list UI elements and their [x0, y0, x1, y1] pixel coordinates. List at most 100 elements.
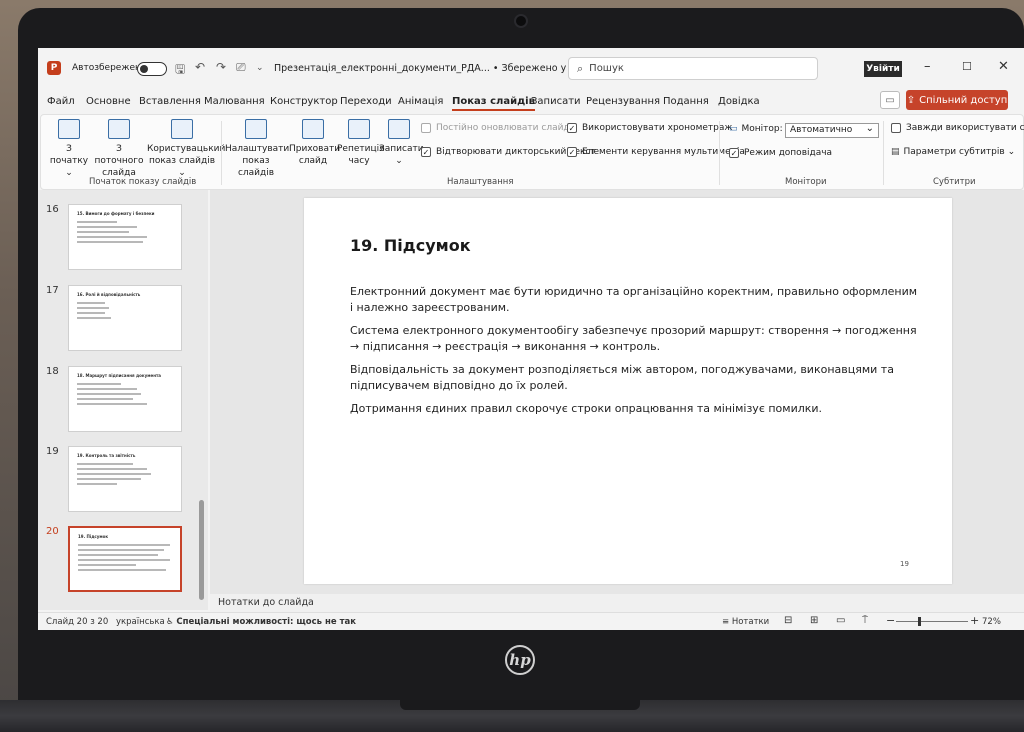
customize-qat-icon[interactable]: ⌄	[256, 63, 264, 73]
maximize-button[interactable]: ☐	[962, 60, 972, 73]
tab-view[interactable]: Подання	[663, 96, 709, 107]
rehearse-label-2: часу	[348, 156, 370, 166]
slide-number: 17	[46, 285, 59, 296]
share-button[interactable]: ⇪ Спільний доступ	[906, 90, 1008, 110]
current-slide[interactable]: 19. Підсумок Електронний документ має бу…	[304, 198, 952, 584]
normal-view-icon[interactable]: ⊟	[784, 615, 792, 626]
zoom-out-icon[interactable]: −	[886, 614, 895, 627]
notes-toggle[interactable]: ≡ Нотатки	[722, 617, 769, 627]
from-beginning-label: З початку	[49, 144, 89, 166]
autosave-toggle[interactable]	[137, 62, 167, 76]
slide-title[interactable]: 19. Підсумок	[350, 236, 471, 255]
slide-paragraph: Відповідальність за документ розподіляєт…	[350, 363, 894, 392]
slide-sorter-icon[interactable]: ⊞	[810, 615, 818, 626]
thumbnails-scrollbar[interactable]	[199, 500, 204, 600]
custom-show-label-2: показ слайдів	[148, 156, 216, 166]
slide-thumbnail-17[interactable]: 16. Ролі й відповідальність	[68, 285, 182, 351]
record-button[interactable]: Записати ⌄	[379, 119, 424, 167]
tab-transitions[interactable]: Переходи	[340, 96, 392, 107]
zoom-in-icon[interactable]: +	[970, 614, 979, 627]
ribbon-panel: З початку ⌄ З поточного слайда Користува…	[40, 114, 1024, 190]
undo-icon[interactable]: ↶	[195, 60, 205, 74]
slide-editor: 19. Підсумок Електронний документ має бу…	[210, 190, 1024, 610]
group-label-captions: Субтитри	[933, 177, 976, 187]
slide-page-number: 19	[900, 560, 909, 568]
slideshow-view-icon[interactable]: ⍑	[862, 615, 868, 626]
tab-help[interactable]: Довідка	[718, 96, 760, 107]
notes-icon: ≡	[722, 617, 730, 627]
keep-updated-label: Постійно оновлювати слайди	[436, 123, 576, 133]
use-timings-checkbox[interactable]: ✓ Використовувати хронометраж	[567, 123, 732, 133]
from-beginning-button[interactable]: З початку ⌄	[47, 119, 91, 179]
language-indicator[interactable]: українська	[116, 617, 165, 627]
share-label: Спільний доступ	[919, 94, 1008, 106]
comment-icon: ▭	[885, 94, 895, 106]
accessibility-status[interactable]: ♿ Спеціальні можливості: щось не так	[166, 617, 356, 627]
reading-view-icon[interactable]: ▭	[836, 615, 845, 626]
tab-slideshow[interactable]: Показ слайдів	[452, 96, 535, 111]
accessibility-icon: ♿	[166, 617, 174, 627]
slide-thumbnail-19[interactable]: 19. Контроль та звітність	[68, 446, 182, 512]
title-bar: P Автозбереження 🖫 ↶ ↷ ⎚ ⌄ Презентація_е…	[38, 48, 1024, 88]
tab-design[interactable]: Конструктор	[270, 96, 338, 107]
hide-label-1: Приховати	[289, 144, 341, 154]
slide-number: 19	[46, 446, 59, 457]
ribbon-tabs: Файл Основне Вставлення Малювання Констр…	[38, 92, 1024, 114]
hide-label-2: слайд	[298, 156, 328, 166]
minimize-button[interactable]: –	[924, 59, 931, 74]
keep-slides-updated-checkbox[interactable]: Постійно оновлювати слайди	[421, 123, 576, 133]
save-icon[interactable]: 🖫	[175, 60, 185, 81]
status-bar: Слайд 20 з 20 українська ♿ Спеціальні мо…	[38, 612, 1024, 630]
slide-thumbnails-panel: 16 15. Вимоги до формату і безпеки 17 16…	[38, 190, 208, 610]
slide-thumbnail-18[interactable]: 18. Маршрут підписання документа	[68, 366, 182, 432]
document-title[interactable]: Презентація_електронні_документи_РДА... …	[274, 63, 616, 74]
tab-record[interactable]: Записати	[531, 96, 581, 107]
thumbnail-title: 15. Вимоги до формату і безпеки	[77, 211, 155, 216]
slide-thumbnail-16[interactable]: 15. Вимоги до формату і безпеки	[68, 204, 182, 270]
search-icon: ⌕	[577, 61, 584, 75]
tab-animations[interactable]: Анімація	[398, 96, 443, 107]
sign-in-button[interactable]: Увійти	[864, 61, 902, 77]
subtitles-icon: ▤	[891, 147, 900, 157]
hide-slide-button[interactable]: Приховати слайд	[289, 119, 341, 167]
always-use-subtitles-checkbox[interactable]: Завжди використувати су	[891, 123, 1024, 133]
monitor-icon: ▭	[729, 124, 738, 134]
group-label-monitors: Монітори	[785, 177, 827, 187]
zoom-slider-thumb[interactable]	[918, 617, 921, 626]
redo-icon[interactable]: ↷	[216, 60, 226, 74]
from-current-button[interactable]: З поточного слайда	[91, 119, 147, 179]
media-controls-label: Елементи керування мультимедіа	[582, 147, 745, 157]
record-label: Записати	[379, 144, 424, 154]
search-input[interactable]: ⌕ Пошук	[568, 57, 818, 80]
custom-show-button[interactable]: Користувацький показ слайдів ⌄	[147, 119, 225, 179]
slide-number-active: 20	[46, 526, 59, 537]
comments-button[interactable]: ▭	[880, 91, 900, 109]
presenter-view-checkbox[interactable]: ✓ Режим доповідача	[729, 148, 832, 158]
hide-slide-icon	[302, 119, 324, 139]
slide-body[interactable]: Електронний документ має бути юридично т…	[350, 284, 922, 424]
zoom-percent[interactable]: 72%	[982, 617, 1001, 627]
notes-pane[interactable]: Нотатки до слайда	[210, 594, 1024, 612]
subtitle-settings-button[interactable]: ▤ Параметри субтитрів ⌄	[891, 147, 1015, 157]
hp-logo: hp	[505, 645, 535, 675]
setup-slideshow-button[interactable]: Налаштувати показ слайдів	[225, 119, 289, 179]
monitor-select[interactable]: Автоматично	[785, 122, 879, 138]
slide-number: 16	[46, 204, 59, 215]
tab-file[interactable]: Файл	[47, 96, 75, 107]
ribbon-separator	[883, 121, 884, 185]
tab-insert[interactable]: Вставлення	[139, 96, 201, 107]
slide-paragraph: Дотримання єдиних правил скорочує строки…	[350, 402, 823, 415]
slide-thumbnail-20[interactable]: 19. Підсумок	[68, 526, 182, 592]
share-icon: ⇪	[906, 94, 916, 106]
close-button[interactable]: ✕	[998, 59, 1009, 74]
thumbnail-title: 19. Підсумок	[78, 534, 109, 539]
tab-draw[interactable]: Малювання	[204, 96, 265, 107]
slide-number: 18	[46, 366, 59, 377]
start-slideshow-icon[interactable]: ⎚	[236, 60, 246, 75]
rehearse-label-1: Репетиція	[337, 144, 385, 154]
rehearse-timings-button[interactable]: Репетиція часу	[337, 119, 385, 167]
zoom-slider[interactable]	[896, 621, 968, 622]
laptop-hinge	[400, 700, 640, 710]
tab-review[interactable]: Рецензування	[586, 96, 660, 107]
tab-home[interactable]: Основне	[86, 96, 131, 107]
